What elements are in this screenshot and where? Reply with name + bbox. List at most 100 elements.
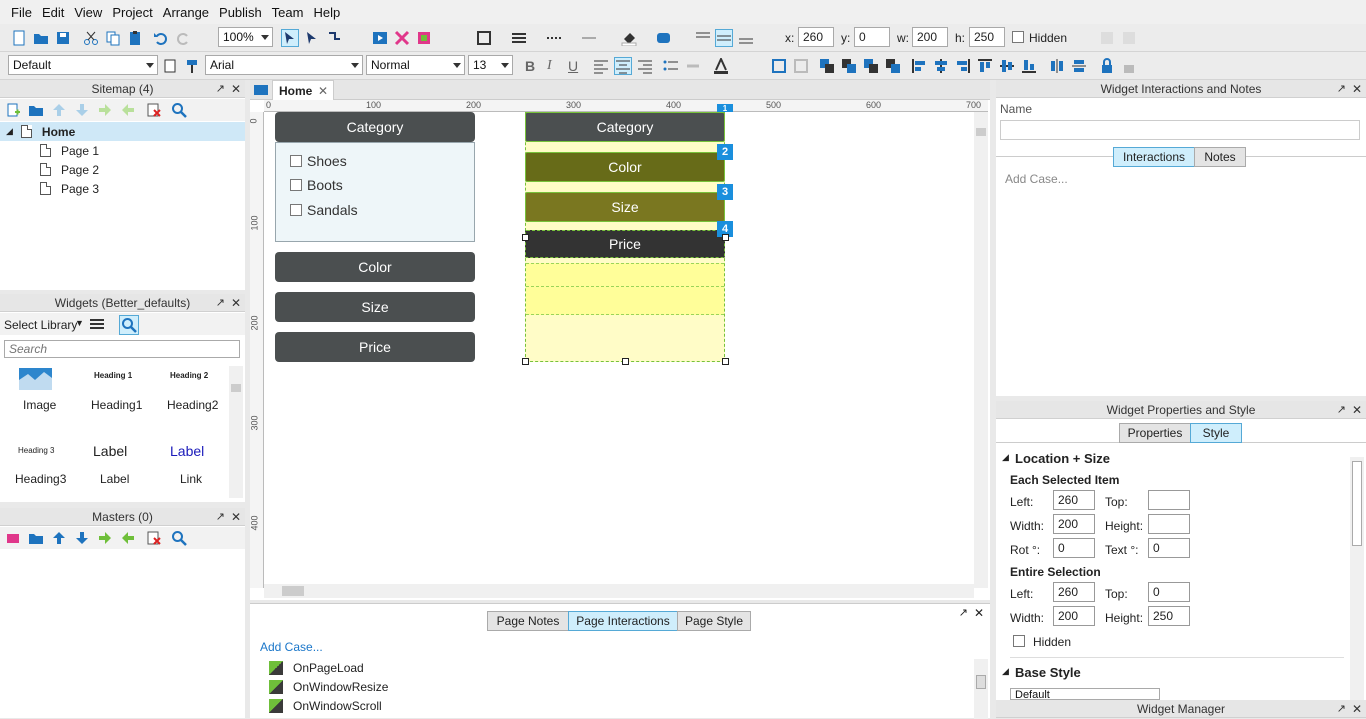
tab-page-notes[interactable]: Page Notes [487,611,569,631]
publish-icon[interactable] [393,29,411,47]
popout-icon[interactable]: ↗ [1337,700,1346,718]
tab-page-interactions[interactable]: Page Interactions [568,611,678,631]
collapse-icon[interactable]: ◢ [6,126,13,137]
page-panel-scrollbar[interactable] [974,659,988,719]
link-preview[interactable]: Label [170,443,204,459]
resize-handle[interactable] [522,234,529,241]
price-dynamic-panel[interactable]: Price [525,230,725,258]
align-right-obj-icon[interactable] [954,57,972,75]
paste-icon[interactable] [126,29,144,47]
style-select[interactable]: Default [8,55,158,75]
sitemap-toggle-icon[interactable] [252,81,270,99]
e-top-input[interactable]: 0 [1148,582,1190,602]
send-backward-icon[interactable] [862,57,880,75]
add-master-icon[interactable] [4,529,22,547]
send-back-icon[interactable] [884,57,902,75]
align-top-obj-icon[interactable] [976,57,994,75]
checkbox-box[interactable] [290,204,302,216]
copy-icon[interactable] [104,29,122,47]
move-down-icon[interactable] [73,529,91,547]
lock-icon[interactable] [1098,57,1116,75]
tab-interactions[interactable]: Interactions [1113,147,1195,167]
bring-forward-icon[interactable] [840,57,858,75]
popout-icon[interactable]: ↗ [1337,401,1346,419]
canvas-vertical-scrollbar[interactable] [974,112,988,588]
fill-color-icon[interactable] [620,29,638,47]
line-pattern-icon[interactable] [545,29,563,47]
generate-icon[interactable] [415,29,433,47]
price-button[interactable]: Price [275,332,475,362]
menu-help[interactable]: Help [308,5,345,20]
resize-handle[interactable] [722,234,729,241]
label-preview[interactable]: Label [93,443,127,459]
distribute-vertical-icon[interactable] [1070,57,1088,75]
hidden-checkbox[interactable] [1012,31,1024,43]
close-icon[interactable]: ✕ [231,294,241,312]
format-painter-icon[interactable] [183,57,201,75]
font-size-select[interactable]: 13 [468,55,513,75]
bring-front-icon[interactable] [818,57,836,75]
add-case-link[interactable]: Add Case... [260,640,323,654]
search-icon[interactable] [170,101,188,119]
team-checkin-icon[interactable] [1120,29,1138,47]
move-down-icon[interactable] [73,101,91,119]
shadow-icon[interactable] [655,29,673,47]
align-right-icon[interactable] [636,57,654,75]
border-style-icon[interactable] [475,29,493,47]
sitemap-item-page3[interactable]: Page 3 [40,179,99,198]
menu-team[interactable]: Team [267,5,309,20]
indent-icon[interactable] [96,101,114,119]
x-field[interactable]: 260 [798,27,834,47]
menu-file[interactable]: File [6,5,37,20]
collapse-icon[interactable]: ◢ [1002,666,1009,677]
size-button[interactable]: Size [275,292,475,322]
team-checkout-icon[interactable] [1098,29,1116,47]
tab-properties[interactable]: Properties [1119,423,1191,443]
category-dynamic-panel[interactable]: Category [525,112,725,142]
close-icon[interactable]: ✕ [1352,700,1362,718]
connection-tool-icon[interactable] [325,29,343,47]
style-format-icon[interactable] [162,57,180,75]
category-button[interactable]: Category [275,112,475,142]
zoom-select[interactable]: 100% [218,27,273,47]
add-folder-icon[interactable] [27,529,45,547]
h-field[interactable]: 250 [969,27,1005,47]
close-icon[interactable]: ✕ [1352,401,1362,419]
annotation-badge[interactable]: 1 [717,104,733,113]
resize-handle[interactable] [522,358,529,365]
align-middle-obj-icon[interactable] [998,57,1016,75]
close-icon[interactable]: ✕ [974,606,984,620]
close-tab-icon[interactable]: ✕ [318,84,328,98]
w-field[interactable]: 200 [912,27,948,47]
menu-publish[interactable]: Publish [214,5,267,20]
hidden-checkbox[interactable] [1013,635,1025,647]
popout-icon[interactable]: ↗ [959,606,968,619]
link-icon[interactable] [684,57,702,75]
underline-button[interactable]: U [568,58,578,74]
e-height-input[interactable]: 250 [1148,606,1190,626]
popout-icon[interactable]: ↗ [216,508,225,526]
text-rotation-input[interactable]: 0 [1148,538,1190,558]
arrow-style-icon[interactable] [580,29,598,47]
align-left-icon[interactable] [592,57,610,75]
sitemap-item-page2[interactable]: Page 2 [40,160,99,179]
popout-icon[interactable]: ↗ [216,294,225,312]
search-icon[interactable] [170,529,188,547]
ungroup-icon[interactable] [792,57,810,75]
size-dynamic-panel[interactable]: Size [525,192,725,222]
outdent-icon[interactable] [119,529,137,547]
tab-style[interactable]: Style [1190,423,1242,443]
annotation-badge[interactable]: 3 [717,184,733,200]
delete-page-icon[interactable] [145,101,163,119]
height-input[interactable] [1148,514,1190,534]
event-onwindowscroll[interactable]: OnWindowScroll [269,699,382,713]
line-width-icon[interactable] [510,29,528,47]
unlock-icon[interactable] [1120,57,1138,75]
font-select[interactable]: Arial [205,55,363,75]
align-center-icon[interactable] [614,57,632,75]
heading1-preview[interactable]: Heading 1 [94,371,132,380]
tab-home[interactable]: Home ✕ [272,80,334,100]
sitemap-item-home[interactable]: ◢ Home [0,122,245,141]
widget-name-input[interactable] [1000,120,1360,140]
bold-button[interactable]: B [525,58,535,74]
